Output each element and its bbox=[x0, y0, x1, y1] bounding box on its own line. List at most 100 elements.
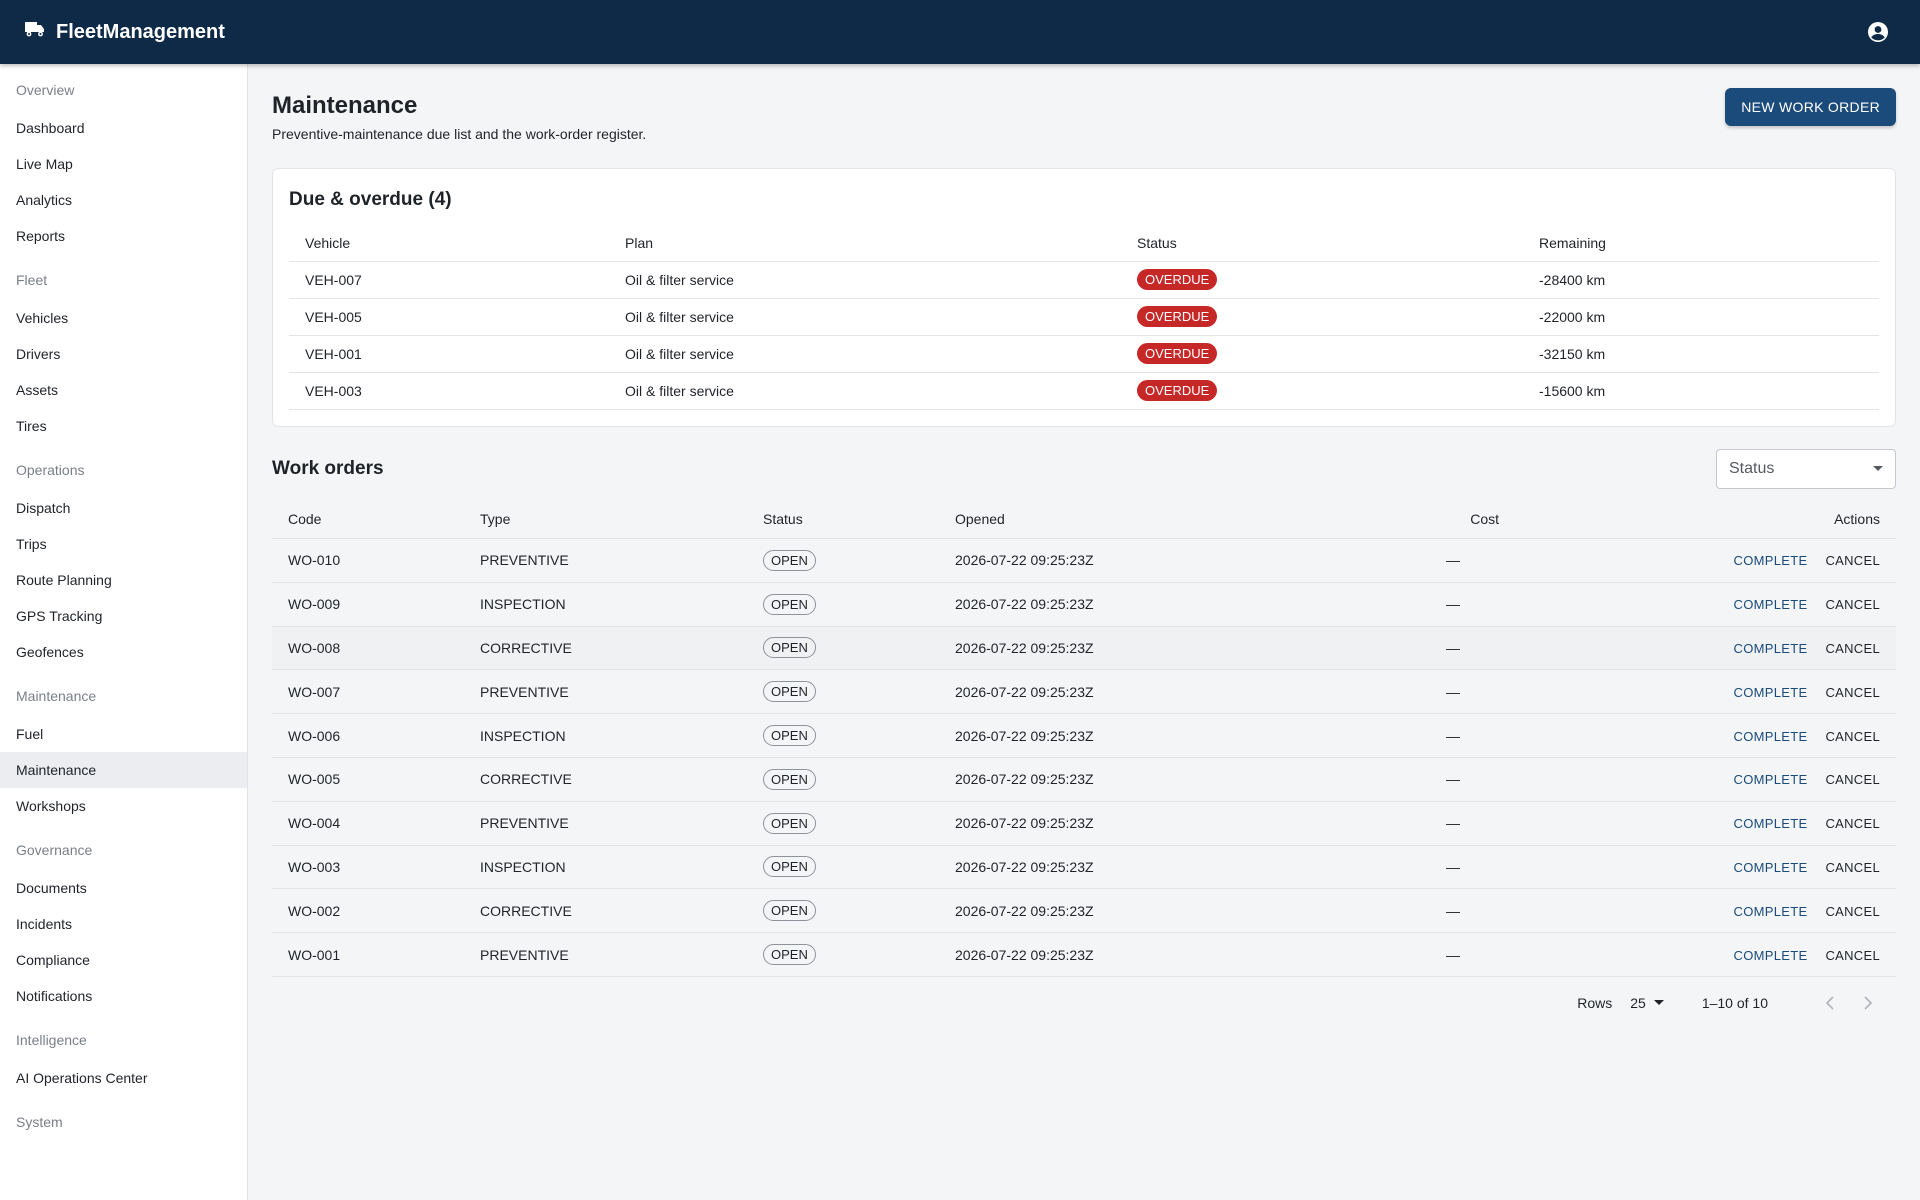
cancel-button[interactable]: CANCEL bbox=[1825, 772, 1880, 787]
chevron-right-icon[interactable] bbox=[1856, 991, 1880, 1015]
status-badge: OPEN bbox=[763, 593, 816, 615]
truck-icon bbox=[24, 20, 56, 44]
cost-cell: — bbox=[1391, 888, 1515, 934]
cost-cell: — bbox=[1391, 582, 1515, 627]
page-subtitle: Preventive-maintenance due list and the … bbox=[272, 126, 647, 142]
sidebar-item-vehicles[interactable]: Vehicles bbox=[0, 300, 247, 336]
complete-button[interactable]: COMPLETE bbox=[1734, 597, 1808, 612]
sidebar-item-workshops[interactable]: Workshops bbox=[0, 788, 247, 824]
sidebar-item-compliance[interactable]: Compliance bbox=[0, 942, 247, 978]
status-badge: OVERDUE bbox=[1137, 306, 1218, 327]
table-row[interactable]: WO-008 CORRECTIVE OPEN 2026-07-22 09:25:23Z… bbox=[272, 626, 1896, 671]
sidebar-item-gps-tracking[interactable]: GPS Tracking bbox=[0, 598, 247, 634]
status-filter-select[interactable]: Status bbox=[1716, 448, 1896, 489]
status-badge: OPEN bbox=[763, 856, 816, 878]
complete-button[interactable]: COMPLETE bbox=[1734, 772, 1808, 787]
sidebar-item-notifications[interactable]: Notifications bbox=[0, 978, 247, 1014]
cancel-button[interactable]: CANCEL bbox=[1825, 904, 1880, 919]
type-cell: PREVENTIVE bbox=[464, 801, 747, 846]
table-row[interactable]: WO-005 CORRECTIVE OPEN 2026-07-22 09:25:23Z… bbox=[272, 757, 1896, 802]
code-cell: WO-003 bbox=[272, 845, 464, 890]
cost-cell: — bbox=[1391, 932, 1515, 977]
table-row[interactable]: WO-002 CORRECTIVE OPEN 2026-07-22 09:25:23Z… bbox=[272, 888, 1896, 934]
table-row[interactable]: WO-009 INSPECTION OPEN 2026-07-22 09:25:23Z… bbox=[272, 582, 1896, 627]
sidebar-item-tires[interactable]: Tires bbox=[0, 408, 247, 444]
app-title: FleetManagement bbox=[56, 20, 225, 43]
table-row[interactable]: WO-010 PREVENTIVE OPEN 2026-07-22 09:25:23Z… bbox=[272, 538, 1896, 583]
opened-cell: 2026-07-22 09:25:23Z bbox=[939, 669, 1391, 715]
due-row: VEH-001 Oil & filter service OVERDUE -32150… bbox=[289, 335, 1879, 373]
sidebar-item-maintenance[interactable]: Maintenance bbox=[0, 752, 247, 788]
opened-cell: 2026-07-22 09:25:23Z bbox=[939, 538, 1391, 583]
table-row[interactable]: WO-003 INSPECTION OPEN 2026-07-22 09:25:23Z… bbox=[272, 845, 1896, 890]
complete-button[interactable]: COMPLETE bbox=[1734, 860, 1808, 875]
complete-button[interactable]: COMPLETE bbox=[1734, 553, 1808, 568]
caret-down-icon bbox=[1873, 466, 1883, 471]
code-cell: WO-002 bbox=[272, 888, 464, 934]
cost-cell: — bbox=[1391, 801, 1515, 846]
chevron-left-icon[interactable] bbox=[1818, 991, 1842, 1015]
sidebar-item-dispatch[interactable]: Dispatch bbox=[0, 490, 247, 526]
complete-button[interactable]: COMPLETE bbox=[1734, 685, 1808, 700]
sidebar-item-live-map[interactable]: Live Map bbox=[0, 146, 247, 182]
complete-button[interactable]: COMPLETE bbox=[1734, 641, 1808, 656]
sidebar-item-ai-operations-center[interactable]: AI Operations Center bbox=[0, 1060, 247, 1096]
sidebar-item-fuel[interactable]: Fuel bbox=[0, 716, 247, 752]
cancel-button[interactable]: CANCEL bbox=[1825, 948, 1880, 963]
status-cell: OPEN bbox=[747, 801, 939, 846]
code-cell: WO-007 bbox=[272, 669, 464, 715]
sidebar-item-geofences[interactable]: Geofences bbox=[0, 634, 247, 670]
type-cell: INSPECTION bbox=[464, 582, 747, 627]
opened-cell: 2026-07-22 09:25:23Z bbox=[939, 626, 1391, 671]
table-row[interactable]: WO-006 INSPECTION OPEN 2026-07-22 09:25:23Z… bbox=[272, 713, 1896, 758]
opened-cell: 2026-07-22 09:25:23Z bbox=[939, 932, 1391, 977]
sidebar-item-dashboard[interactable]: Dashboard bbox=[0, 110, 247, 146]
cancel-button[interactable]: CANCEL bbox=[1825, 816, 1880, 831]
nav-group-title: Overview bbox=[16, 82, 75, 98]
nav-group-title: Governance bbox=[16, 842, 93, 858]
sidebar-item-reports[interactable]: Reports bbox=[0, 218, 247, 254]
account-circle-icon[interactable] bbox=[1866, 20, 1890, 44]
brand[interactable]: FleetManagement bbox=[24, 20, 225, 44]
actions-cell: COMPLETE CANCEL bbox=[1515, 888, 1896, 934]
complete-button[interactable]: COMPLETE bbox=[1734, 729, 1808, 744]
cancel-button[interactable]: CANCEL bbox=[1825, 597, 1880, 612]
cancel-button[interactable]: CANCEL bbox=[1825, 729, 1880, 744]
sidebar-item-analytics[interactable]: Analytics bbox=[0, 182, 247, 218]
new-work-order-button[interactable]: NEW WORK ORDER bbox=[1725, 88, 1896, 126]
type-cell: INSPECTION bbox=[464, 713, 747, 758]
status-badge: OPEN bbox=[763, 768, 816, 790]
sidebar-item-drivers[interactable]: Drivers bbox=[0, 336, 247, 372]
status-cell: OPEN bbox=[747, 888, 939, 934]
cancel-button[interactable]: CANCEL bbox=[1825, 553, 1880, 568]
sidebar-item-incidents[interactable]: Incidents bbox=[0, 906, 247, 942]
plan-cell: Oil & filter service bbox=[609, 335, 1121, 373]
cancel-button[interactable]: CANCEL bbox=[1825, 860, 1880, 875]
actions-cell: COMPLETE CANCEL bbox=[1515, 845, 1896, 890]
complete-button[interactable]: COMPLETE bbox=[1734, 816, 1808, 831]
status-cell: OPEN bbox=[747, 582, 939, 627]
vehicle-cell: VEH-005 bbox=[289, 298, 609, 336]
table-row[interactable]: WO-004 PREVENTIVE OPEN 2026-07-22 09:25:23Z… bbox=[272, 801, 1896, 846]
col-plan: Plan bbox=[609, 225, 1121, 262]
rows-per-page-select[interactable]: 25 bbox=[1630, 995, 1664, 1011]
status-cell: OPEN bbox=[747, 932, 939, 977]
caret-down-icon bbox=[1653, 1000, 1664, 1006]
sidebar-item-documents[interactable]: Documents bbox=[0, 870, 247, 906]
sidebar-item-trips[interactable]: Trips bbox=[0, 526, 247, 562]
work-orders-header: Work orders Status bbox=[272, 448, 1896, 489]
opened-cell: 2026-07-22 09:25:23Z bbox=[939, 801, 1391, 846]
sidebar-item-assets[interactable]: Assets bbox=[0, 372, 247, 408]
cancel-button[interactable]: CANCEL bbox=[1825, 685, 1880, 700]
table-row[interactable]: WO-007 PREVENTIVE OPEN 2026-07-22 09:25:23Z… bbox=[272, 669, 1896, 715]
status-cell: OPEN bbox=[747, 626, 939, 671]
status-cell: OPEN bbox=[747, 669, 939, 715]
due-row: VEH-003 Oil & filter service OVERDUE -15600… bbox=[289, 372, 1879, 410]
nav-group-title: Intelligence bbox=[16, 1032, 87, 1048]
complete-button[interactable]: COMPLETE bbox=[1734, 948, 1808, 963]
sidebar-item-route-planning[interactable]: Route Planning bbox=[0, 562, 247, 598]
vehicle-cell: VEH-007 bbox=[289, 261, 609, 299]
table-row[interactable]: WO-001 PREVENTIVE OPEN 2026-07-22 09:25:23Z… bbox=[272, 932, 1896, 977]
cancel-button[interactable]: CANCEL bbox=[1825, 641, 1880, 656]
complete-button[interactable]: COMPLETE bbox=[1734, 904, 1808, 919]
